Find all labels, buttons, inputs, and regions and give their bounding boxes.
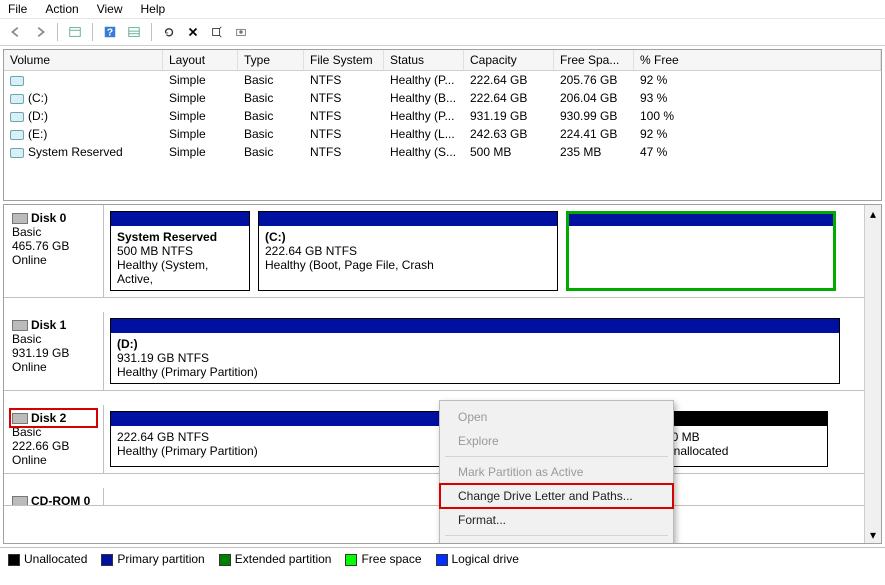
menu-help[interactable]: Help <box>141 2 166 16</box>
partition[interactable]: (C:)222.64 GB NTFSHealthy (Boot, Page Fi… <box>258 211 558 291</box>
legend-logical: Logical drive <box>452 552 519 566</box>
col-type[interactable]: Type <box>238 50 304 70</box>
scroll-up-icon[interactable]: ▴ <box>865 205 881 222</box>
legend-ext-swatch <box>219 554 231 566</box>
legend-unalloc-swatch <box>8 554 20 566</box>
disk-row: Disk 0Basic465.76 GBOnlineSystem Reserve… <box>4 205 881 298</box>
back-button[interactable] <box>6 22 26 42</box>
menu-view[interactable]: View <box>97 2 123 16</box>
legend-free-swatch <box>345 554 357 566</box>
drive-icon <box>10 76 24 86</box>
disk-row: Disk 1Basic931.19 GBOnline(D:)931.19 GB … <box>4 312 881 391</box>
toolbar: ? <box>0 19 885 46</box>
svg-text:?: ? <box>107 27 113 39</box>
menu-file[interactable]: File <box>8 2 27 16</box>
forward-button[interactable] <box>30 22 50 42</box>
table-row[interactable]: (E:)SimpleBasicNTFSHealthy (L...242.63 G… <box>4 125 881 143</box>
context-menu: Open Explore Mark Partition as Active Ch… <box>439 400 674 544</box>
legend-primary: Primary partition <box>117 552 204 566</box>
ctx-mark-active: Mark Partition as Active <box>440 460 673 484</box>
legend-primary-swatch <box>101 554 113 566</box>
legend-free: Free space <box>361 552 421 566</box>
panel-button[interactable] <box>65 22 85 42</box>
ctx-change-drive-letter[interactable]: Change Drive Letter and Paths... <box>440 484 673 508</box>
action-button[interactable] <box>231 22 251 42</box>
partition[interactable]: (D:)931.19 GB NTFSHealthy (Primary Parti… <box>110 318 840 384</box>
menu-bar: File Action View Help <box>0 0 885 19</box>
legend-ext: Extended partition <box>235 552 332 566</box>
partition[interactable]: System Reserved500 MB NTFSHealthy (Syste… <box>110 211 250 291</box>
table-row[interactable]: (D:)SimpleBasicNTFSHealthy (P...931.19 G… <box>4 107 881 125</box>
col-pctfree[interactable]: % Free <box>634 50 881 70</box>
scroll-down-icon[interactable]: ▾ <box>865 526 881 543</box>
ctx-extend-volume[interactable]: Extend Volume... <box>440 539 673 544</box>
menu-action[interactable]: Action <box>45 2 78 16</box>
ctx-explore: Explore <box>440 429 673 453</box>
table-row[interactable]: SimpleBasicNTFSHealthy (P...222.64 GB205… <box>4 71 881 89</box>
settings-button[interactable] <box>207 22 227 42</box>
drive-icon <box>10 94 24 104</box>
volume-list-header: Volume Layout Type File System Status Ca… <box>4 50 881 71</box>
disk-icon <box>12 320 28 331</box>
partition[interactable] <box>566 211 836 291</box>
ctx-format[interactable]: Format... <box>440 508 673 532</box>
col-capacity[interactable]: Capacity <box>464 50 554 70</box>
drive-icon <box>10 130 24 140</box>
disk-graphical-view: Disk 0Basic465.76 GBOnlineSystem Reserve… <box>3 204 882 544</box>
col-layout[interactable]: Layout <box>163 50 238 70</box>
help-button[interactable]: ? <box>100 22 120 42</box>
list-button[interactable] <box>124 22 144 42</box>
partition[interactable]: 20 MBUnallocated <box>658 411 828 467</box>
disk-icon <box>12 213 28 224</box>
legend: Unallocated Primary partition Extended p… <box>0 547 885 570</box>
refresh-button[interactable] <box>159 22 179 42</box>
delete-button[interactable] <box>183 22 203 42</box>
col-volume[interactable]: Volume <box>4 50 163 70</box>
col-fs[interactable]: File System <box>304 50 384 70</box>
drive-icon <box>10 148 24 158</box>
table-row[interactable]: System ReservedSimpleBasicNTFSHealthy (S… <box>4 143 881 161</box>
disk-icon <box>12 496 28 506</box>
volume-list: Volume Layout Type File System Status Ca… <box>3 49 882 201</box>
ctx-open: Open <box>440 405 673 429</box>
legend-unalloc: Unallocated <box>24 552 87 566</box>
legend-logical-swatch <box>436 554 448 566</box>
disk-icon <box>12 413 28 424</box>
drive-icon <box>10 112 24 122</box>
scrollbar[interactable]: ▴ ▾ <box>864 205 881 543</box>
table-row[interactable]: (C:)SimpleBasicNTFSHealthy (B...222.64 G… <box>4 89 881 107</box>
col-free[interactable]: Free Spa... <box>554 50 634 70</box>
col-status[interactable]: Status <box>384 50 464 70</box>
